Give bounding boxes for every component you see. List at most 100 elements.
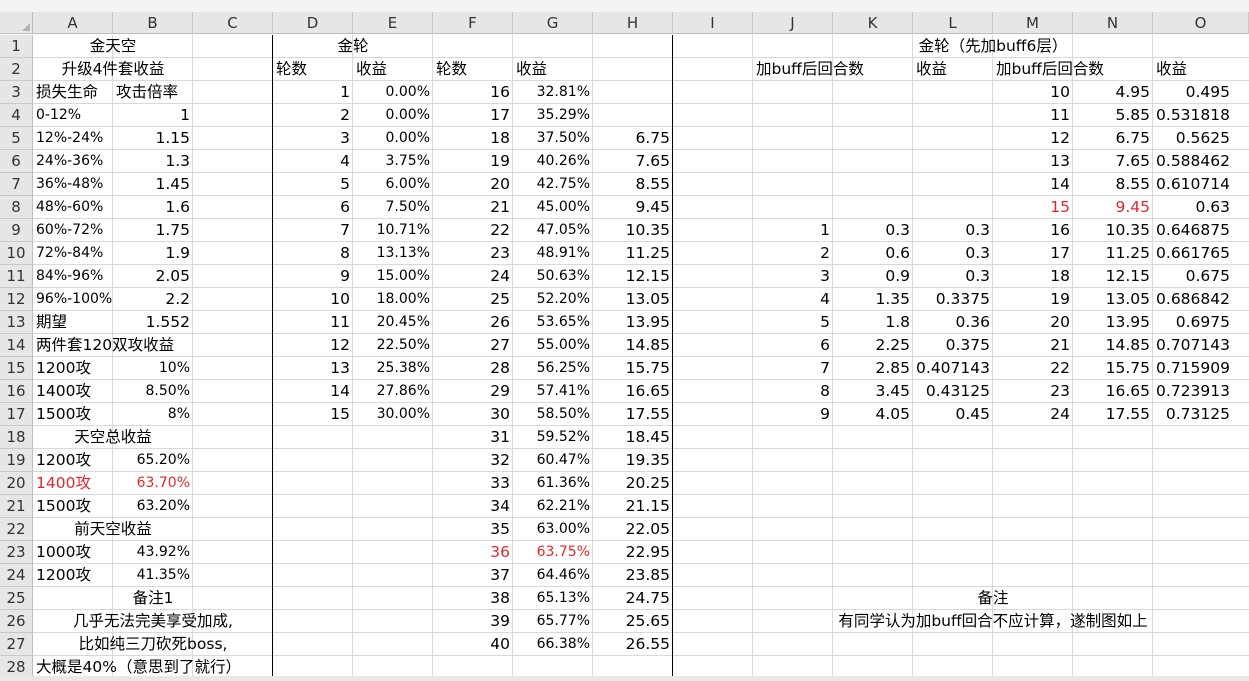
cell-m3[interactable]: 10 xyxy=(993,81,1073,104)
row-header-3[interactable]: 3 xyxy=(0,81,33,104)
cell-h11[interactable]: 12.15 xyxy=(593,265,673,288)
cell-m12[interactable]: 19 xyxy=(993,288,1073,311)
cell-k11[interactable]: 0.9 xyxy=(833,265,913,288)
cell-d7[interactable]: 5 xyxy=(273,173,353,196)
cell-j14[interactable]: 6 xyxy=(753,334,833,357)
cell-h13[interactable]: 13.95 xyxy=(593,311,673,334)
row-header-9[interactable]: 9 xyxy=(0,219,33,242)
cell-g6[interactable]: 40.26% xyxy=(513,150,593,173)
cell-f25[interactable]: 38 xyxy=(433,587,513,610)
row-header-26[interactable]: 26 xyxy=(0,610,33,633)
cell-g23[interactable]: 63.75% xyxy=(513,541,593,564)
cell-l10[interactable]: 0.3 xyxy=(913,242,993,265)
cell-n6[interactable]: 7.65 xyxy=(1073,150,1153,173)
row-header-25[interactable]: 25 xyxy=(0,587,33,610)
cell-f17[interactable]: 30 xyxy=(433,403,513,426)
cell-f12[interactable]: 25 xyxy=(433,288,513,311)
column-header-n[interactable]: N xyxy=(1073,12,1153,34)
cell-m13[interactable]: 20 xyxy=(993,311,1073,334)
cell-e4[interactable]: 0.00% xyxy=(353,104,433,127)
cell-a3[interactable]: 损失生命 xyxy=(33,81,113,104)
cell-m4[interactable]: 11 xyxy=(993,104,1073,127)
cell-a13[interactable]: 期望 xyxy=(33,311,113,334)
cell-o16[interactable]: 0.723913 xyxy=(1153,380,1233,403)
cell-b19[interactable]: 65.20% xyxy=(113,449,193,472)
cell-j9[interactable]: 1 xyxy=(753,219,833,242)
cell-g12[interactable]: 52.20% xyxy=(513,288,593,311)
cell-d4[interactable]: 2 xyxy=(273,104,353,127)
cell-b6[interactable]: 1.3 xyxy=(113,150,193,173)
cell-g7[interactable]: 42.75% xyxy=(513,173,593,196)
cell-b13[interactable]: 1.552 xyxy=(113,311,193,334)
column-header-g[interactable]: G xyxy=(513,12,593,34)
cell-g25[interactable]: 65.13% xyxy=(513,587,593,610)
cell-d9[interactable]: 7 xyxy=(273,219,353,242)
cell-a4[interactable]: 0-12% xyxy=(33,104,113,127)
cell-j16[interactable]: 8 xyxy=(753,380,833,403)
cell-l12[interactable]: 0.3375 xyxy=(913,288,993,311)
cell-b15[interactable]: 10% xyxy=(113,357,193,380)
cell-j13[interactable]: 5 xyxy=(753,311,833,334)
cell-n15[interactable]: 15.75 xyxy=(1073,357,1153,380)
spreadsheet[interactable]: ABCDEFGHIJKLMNO 1 2 3 4 5 6 7 8 9 10 11 12 13 14 15 16 1… xyxy=(0,0,1249,681)
cell-b10[interactable]: 1.9 xyxy=(113,242,193,265)
row-header-20[interactable]: 20 xyxy=(0,472,33,495)
cell-h26[interactable]: 25.65 xyxy=(593,610,673,633)
cell-o7[interactable]: 0.610714 xyxy=(1153,173,1233,196)
cell-e6[interactable]: 3.75% xyxy=(353,150,433,173)
cell-b9[interactable]: 1.75 xyxy=(113,219,193,242)
cell-k12[interactable]: 1.35 xyxy=(833,288,913,311)
cell-e13[interactable]: 20.45% xyxy=(353,311,433,334)
row-header-22[interactable]: 22 xyxy=(0,518,33,541)
cell-f9[interactable]: 22 xyxy=(433,219,513,242)
cell-m5[interactable]: 12 xyxy=(993,127,1073,150)
cell-j26[interactable]: 有同学认为加buff回合不应计算，遂制图如上 xyxy=(753,610,1233,633)
row-header-13[interactable]: 13 xyxy=(0,311,33,334)
cell-n8[interactable]: 9.45 xyxy=(1073,196,1153,219)
cell-f7[interactable]: 20 xyxy=(433,173,513,196)
cell-g19[interactable]: 60.47% xyxy=(513,449,593,472)
cell-a19[interactable]: 1200攻 xyxy=(33,449,113,472)
cell-n14[interactable]: 14.85 xyxy=(1073,334,1153,357)
cell-o2[interactable]: 收益 xyxy=(1153,58,1233,81)
cell-o5[interactable]: 0.5625 xyxy=(1153,127,1233,150)
cell-g15[interactable]: 56.25% xyxy=(513,357,593,380)
cell-a12[interactable]: 96%-100% xyxy=(33,288,113,311)
cell-o13[interactable]: 0.6975 xyxy=(1153,311,1233,334)
cell-j11[interactable]: 3 xyxy=(753,265,833,288)
row-header-6[interactable]: 6 xyxy=(0,150,33,173)
cell-m8[interactable]: 15 xyxy=(993,196,1073,219)
cell-g18[interactable]: 59.52% xyxy=(513,426,593,449)
cell-b17[interactable]: 8% xyxy=(113,403,193,426)
cell-d13[interactable]: 11 xyxy=(273,311,353,334)
cell-b5[interactable]: 1.15 xyxy=(113,127,193,150)
cell-j12[interactable]: 4 xyxy=(753,288,833,311)
row-header-2[interactable]: 2 xyxy=(0,58,33,81)
cell-e3[interactable]: 0.00% xyxy=(353,81,433,104)
cell-k13[interactable]: 1.8 xyxy=(833,311,913,334)
row-header-11[interactable]: 11 xyxy=(0,265,33,288)
row-header-7[interactable]: 7 xyxy=(0,173,33,196)
cell-h24[interactable]: 23.85 xyxy=(593,564,673,587)
row-header-17[interactable]: 17 xyxy=(0,403,33,426)
cell-f27[interactable]: 40 xyxy=(433,633,513,656)
cell-e8[interactable]: 7.50% xyxy=(353,196,433,219)
cell-h25[interactable]: 24.75 xyxy=(593,587,673,610)
cell-d17[interactable]: 15 xyxy=(273,403,353,426)
row-header-24[interactable]: 24 xyxy=(0,564,33,587)
cell-b24[interactable]: 41.35% xyxy=(113,564,193,587)
cell-g17[interactable]: 58.50% xyxy=(513,403,593,426)
cell-m16[interactable]: 23 xyxy=(993,380,1073,403)
cell-n3[interactable]: 4.95 xyxy=(1073,81,1153,104)
cell-a14[interactable]: 两件套120双攻收益 xyxy=(33,334,193,357)
column-header-a[interactable]: A xyxy=(33,12,113,34)
cell-k14[interactable]: 2.25 xyxy=(833,334,913,357)
cell-n12[interactable]: 13.05 xyxy=(1073,288,1153,311)
cell-a18[interactable]: 天空总收益 xyxy=(33,426,193,449)
cell-h19[interactable]: 19.35 xyxy=(593,449,673,472)
cell-b16[interactable]: 8.50% xyxy=(113,380,193,403)
cell-d10[interactable]: 8 xyxy=(273,242,353,265)
cell-o4[interactable]: 0.531818 xyxy=(1153,104,1233,127)
cell-e9[interactable]: 10.71% xyxy=(353,219,433,242)
cell-a27[interactable]: 比如纯三刀砍死boss, xyxy=(33,633,273,656)
